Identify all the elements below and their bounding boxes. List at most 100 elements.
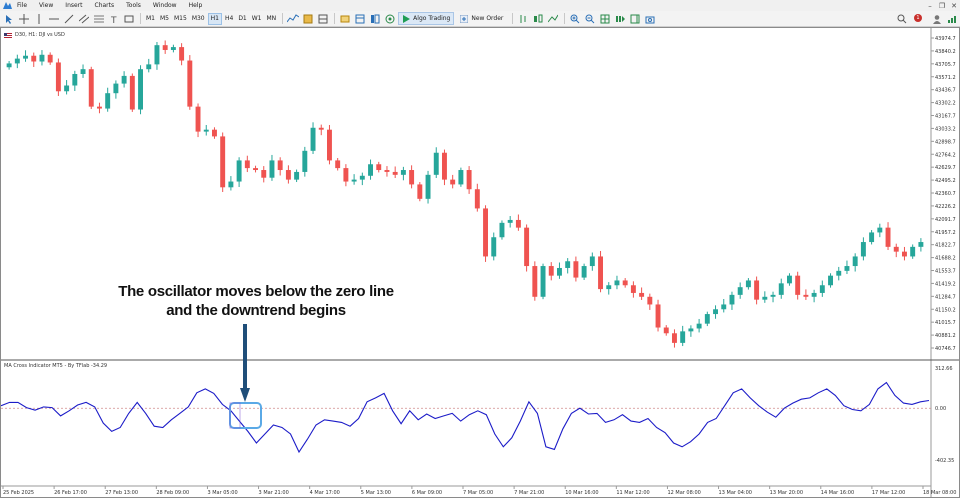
candle-body bbox=[491, 237, 497, 257]
timeframe-w1[interactable]: W1 bbox=[250, 13, 264, 25]
time-tick-label: 3 Mar 05:00 bbox=[207, 490, 237, 496]
flag-icon bbox=[4, 32, 12, 38]
menu-help[interactable]: Help bbox=[189, 2, 203, 9]
close-icon[interactable]: ✕ bbox=[948, 2, 960, 10]
candle-body bbox=[548, 266, 554, 276]
menu-window[interactable]: Window bbox=[153, 2, 177, 9]
timeframe-mn[interactable]: MN bbox=[265, 13, 279, 25]
candle-body bbox=[113, 83, 119, 94]
timeframe-h1[interactable]: H1 bbox=[207, 12, 222, 25]
chart-canvas[interactable]: 43974.7 43840.2 43705.7 43571.2 43436.7 43302… bbox=[1, 28, 959, 497]
line-chart-icon[interactable] bbox=[546, 13, 559, 25]
timeframe-m30[interactable]: M30 bbox=[190, 13, 207, 25]
chart-shift-icon[interactable] bbox=[628, 13, 641, 25]
menu-charts[interactable]: Charts bbox=[95, 2, 115, 9]
candle-body bbox=[170, 47, 176, 50]
candle-body bbox=[893, 246, 899, 252]
new-order-button[interactable]: New Order bbox=[457, 12, 506, 25]
restore-icon[interactable]: ❐ bbox=[936, 2, 948, 10]
time-tick-label: 11 Mar 12:00 bbox=[616, 490, 649, 496]
candles-icon[interactable] bbox=[531, 13, 544, 25]
text-tool-icon[interactable]: T bbox=[107, 13, 120, 25]
shapes-icon[interactable] bbox=[122, 13, 135, 25]
user-icon[interactable] bbox=[930, 13, 943, 25]
search-icon[interactable] bbox=[895, 13, 908, 25]
channel-icon[interactable] bbox=[77, 13, 90, 25]
menu-file[interactable]: File bbox=[17, 2, 27, 9]
autoscroll-icon[interactable] bbox=[613, 13, 626, 25]
cursor-icon[interactable] bbox=[2, 13, 15, 25]
candle-body bbox=[540, 266, 546, 297]
crosshair-icon[interactable] bbox=[17, 13, 30, 25]
timeframe-m1[interactable]: M1 bbox=[144, 13, 157, 25]
algo-trading-button[interactable]: Algo Trading bbox=[398, 12, 455, 25]
candle-body bbox=[318, 127, 324, 130]
grid-icon[interactable] bbox=[598, 13, 611, 25]
candle-body bbox=[343, 168, 349, 182]
navigator-icon[interactable] bbox=[368, 13, 381, 25]
candle-body bbox=[647, 296, 653, 305]
candle-body bbox=[88, 69, 94, 107]
timeframe-m5[interactable]: M5 bbox=[158, 13, 171, 25]
candle-body bbox=[704, 314, 710, 324]
candle-body bbox=[828, 275, 833, 286]
candle-body bbox=[721, 304, 727, 310]
chart-window[interactable]: 43974.7 43840.2 43705.7 43571.2 43436.7 43302… bbox=[0, 27, 960, 498]
symbol-label-text: D30, H1: DJI vs USD bbox=[15, 32, 65, 38]
market-icon[interactable] bbox=[383, 13, 396, 25]
time-tick-label: 14 Mar 16:00 bbox=[821, 490, 854, 496]
bar-chart-icon[interactable] bbox=[516, 13, 529, 25]
price-tick-label: 41822.7 bbox=[935, 243, 956, 249]
price-tick-label: 42360.7 bbox=[935, 191, 956, 197]
annotation-arrow-shaft bbox=[243, 324, 247, 390]
timeframe-d1[interactable]: D1 bbox=[236, 13, 248, 25]
candle-body bbox=[589, 256, 595, 267]
candle-body bbox=[918, 242, 924, 247]
time-tick-label: 3 Mar 21:00 bbox=[259, 490, 289, 496]
menu-view[interactable]: View bbox=[39, 2, 53, 9]
zoom-out-icon[interactable] bbox=[583, 13, 596, 25]
candle-body bbox=[680, 331, 686, 343]
toolbar-separator bbox=[334, 13, 336, 24]
time-tick-label: 18 Mar 08:00 bbox=[923, 490, 956, 496]
indicators-icon[interactable] bbox=[301, 13, 314, 25]
candle-body bbox=[64, 85, 70, 92]
market-watch-icon[interactable] bbox=[353, 13, 366, 25]
signal-icon[interactable] bbox=[945, 13, 958, 25]
price-tick-label: 40746.7 bbox=[935, 346, 956, 352]
timeframe-h4[interactable]: H4 bbox=[223, 13, 235, 25]
horizontal-line-icon[interactable] bbox=[47, 13, 60, 25]
candle-body bbox=[72, 73, 78, 86]
candle-body bbox=[253, 168, 258, 171]
screenshot-icon[interactable] bbox=[643, 13, 656, 25]
new-order-label: New Order bbox=[471, 15, 504, 22]
vertical-line-icon[interactable] bbox=[32, 13, 45, 25]
chart-type-icon[interactable] bbox=[286, 13, 299, 25]
menu-tools[interactable]: Tools bbox=[126, 2, 141, 9]
timeframe-m15[interactable]: M15 bbox=[172, 13, 189, 25]
minimize-icon[interactable]: – bbox=[924, 2, 936, 10]
candle-body bbox=[474, 189, 480, 209]
candle-body bbox=[47, 54, 53, 63]
svg-text:T: T bbox=[110, 16, 117, 24]
notifications-button[interactable]: 1 bbox=[910, 13, 922, 25]
fibonacci-icon[interactable] bbox=[92, 13, 105, 25]
candle-body bbox=[672, 333, 677, 343]
app-logo-icon bbox=[2, 1, 12, 10]
candle-body bbox=[277, 160, 283, 171]
candle-body bbox=[335, 160, 341, 169]
candle-body bbox=[630, 285, 636, 293]
objects-icon[interactable] bbox=[316, 13, 329, 25]
menu-insert[interactable]: Insert bbox=[65, 2, 82, 9]
zoom-in-icon[interactable] bbox=[568, 13, 581, 25]
candle-body bbox=[285, 170, 291, 180]
ide-icon[interactable] bbox=[338, 13, 351, 25]
price-tick-label: 43705.7 bbox=[935, 62, 956, 68]
trendline-icon[interactable] bbox=[62, 13, 75, 25]
candle-body bbox=[55, 62, 61, 92]
candle-body bbox=[23, 55, 28, 59]
price-tick-label: 41688.2 bbox=[935, 256, 956, 262]
indicator-tick-label: -402.35 bbox=[935, 458, 954, 464]
price-tick-label: 42226.2 bbox=[935, 204, 956, 210]
candle-body bbox=[154, 45, 160, 65]
